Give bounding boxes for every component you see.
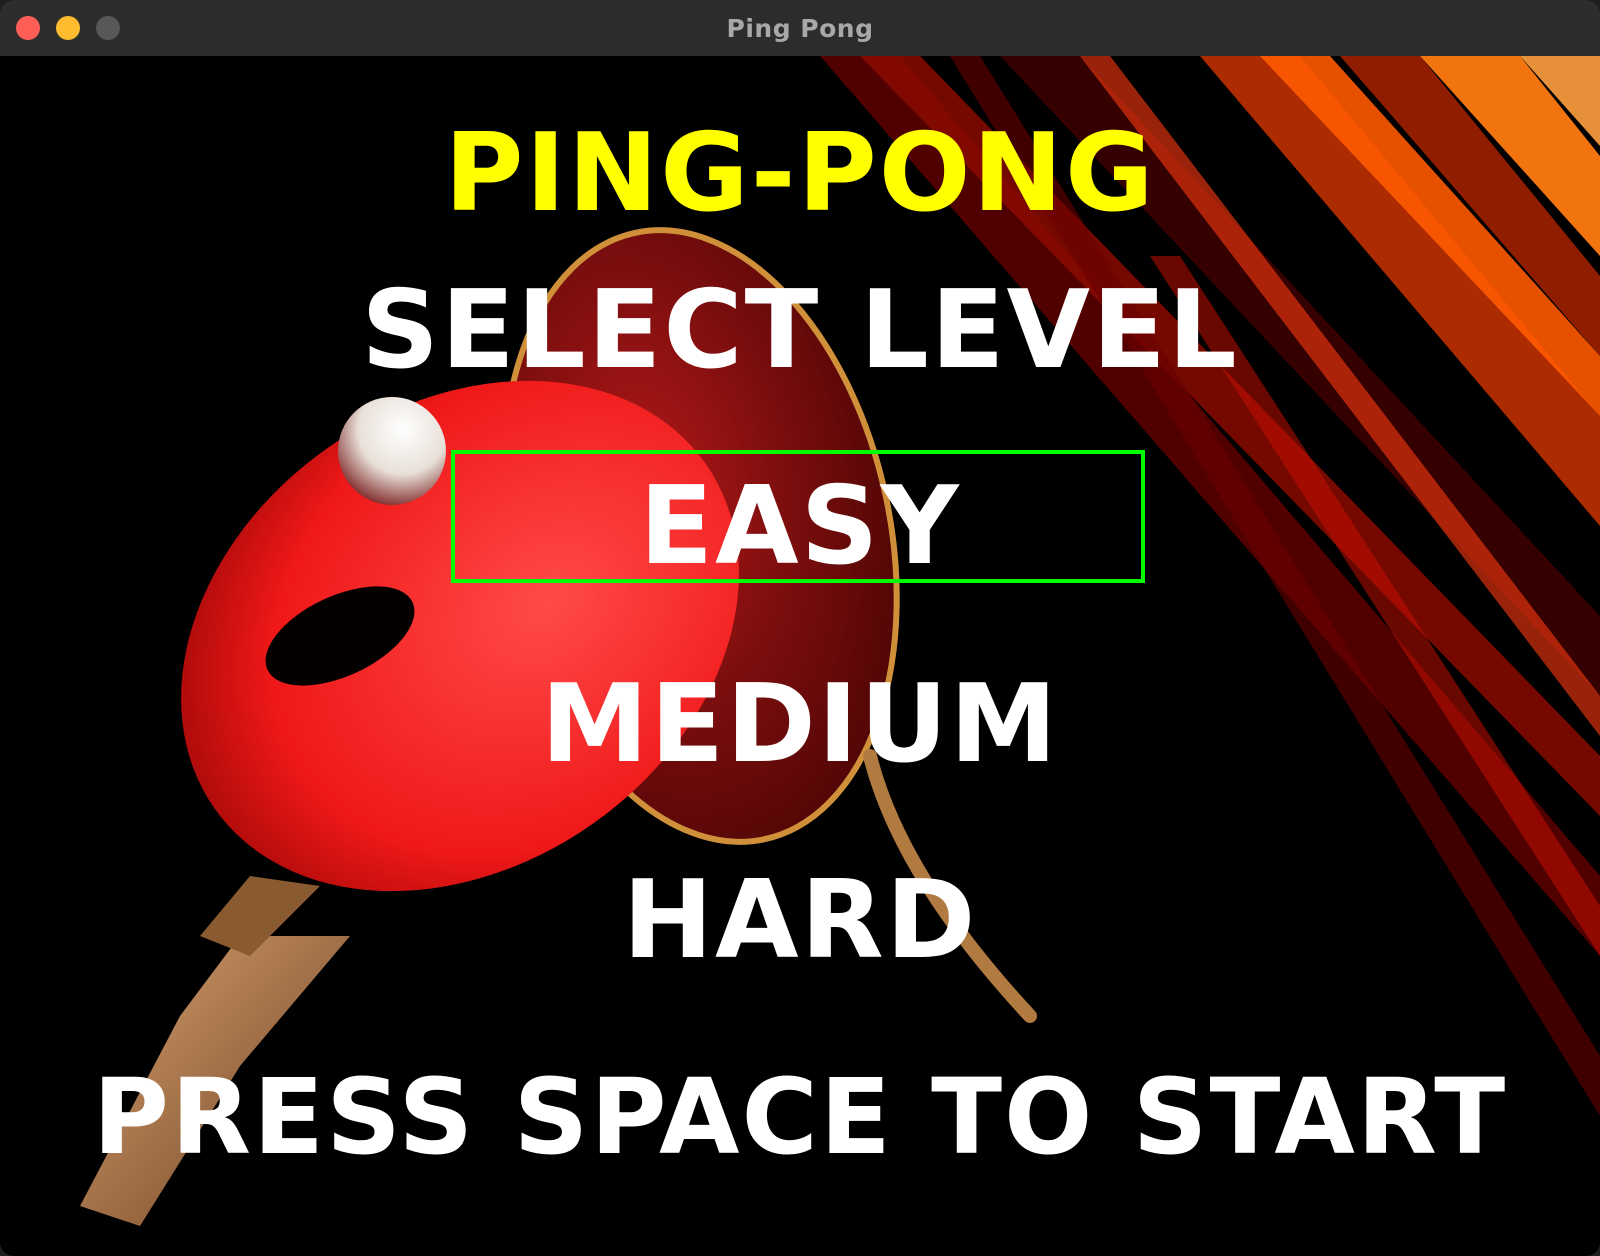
level-option-hard[interactable]: HARD [0,858,1600,983]
window-title: Ping Pong [726,14,874,43]
select-level-heading: SELECT LEVEL [361,268,1239,393]
game-title: PING-PONG [444,111,1156,236]
level-option-medium[interactable]: MEDIUM [0,662,1600,787]
title-bar[interactable]: Ping Pong [0,0,1600,57]
app-window: Ping Pong PING-PONG SELECT LEVEL EASY ME… [0,0,1600,1256]
start-prompt: PRESS SPACE TO START [92,1056,1508,1178]
level-option-easy[interactable]: EASY [0,464,1600,589]
game-canvas[interactable]: PING-PONG SELECT LEVEL EASY MEDIUM HARD … [0,56,1600,1256]
